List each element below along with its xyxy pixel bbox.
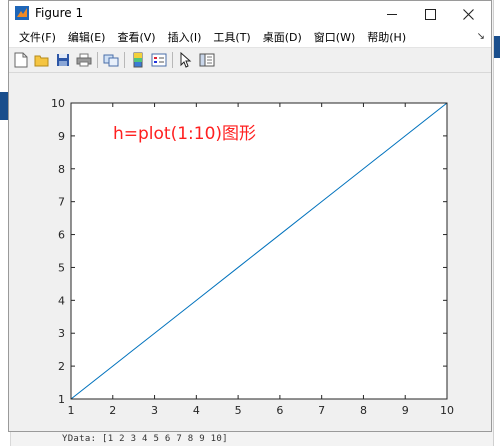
close-icon: [462, 8, 474, 20]
menu-edit[interactable]: 编辑(E): [62, 29, 112, 45]
y-tick-label: 7: [58, 196, 65, 209]
x-tick-label: 2: [109, 404, 116, 417]
open-file-button[interactable]: [33, 51, 51, 69]
toolbar-separator: [124, 52, 125, 68]
y-tick-label: 2: [58, 360, 65, 373]
legend-icon: [151, 53, 167, 67]
x-tick-label: 9: [402, 404, 409, 417]
y-tick-label: 6: [58, 229, 65, 242]
menu-tools[interactable]: 工具(T): [207, 29, 256, 45]
y-tick-labels: 1 2 3 4 5 6 7 8 9 10: [51, 97, 65, 406]
x-tick-label: 10: [440, 404, 454, 417]
save-button[interactable]: [54, 51, 72, 69]
menu-view[interactable]: 查看(V): [111, 29, 161, 45]
y-tick-label: 5: [58, 261, 65, 274]
plot-area[interactable]: 1 2 3 4 5 6 7 8 9 10 1 2 3 4 5 6 7 8 9 10 h=plot(1:10)图形: [9, 73, 491, 431]
colorbar-icon: [133, 52, 143, 68]
y-tick-label: 3: [58, 327, 65, 340]
x-tick-label: 6: [276, 404, 283, 417]
y-tick-label: 8: [58, 163, 65, 176]
property-editor-button[interactable]: [198, 51, 216, 69]
window-title: Figure 1: [35, 6, 84, 20]
property-editor-icon: [199, 53, 215, 67]
title-bar[interactable]: Figure 1: [9, 1, 491, 27]
x-tick-labels: 1 2 3 4 5 6 7 8 9 10: [68, 404, 455, 417]
x-tick-label: 5: [235, 404, 242, 417]
pointer-button[interactable]: [177, 51, 195, 69]
figure-window: Figure 1 文件(F) 编辑(E) 查看(V) 插入(I) 工具(T) 桌…: [8, 0, 492, 432]
x-tick-label: 4: [193, 404, 200, 417]
menu-window[interactable]: 窗口(W): [308, 29, 361, 45]
new-figure-icon: [14, 52, 28, 68]
maximize-icon: [424, 8, 436, 20]
figure-canvas: 1 2 3 4 5 6 7 8 9 10 1 2 3 4 5 6 7 8 9 10 h=plot(1:10)图形: [9, 73, 491, 431]
x-tick-label: 1: [68, 404, 75, 417]
minimize-button[interactable]: [373, 1, 411, 27]
print-button[interactable]: [75, 51, 93, 69]
open-file-icon: [34, 55, 49, 67]
figure-toolbar: [9, 48, 491, 73]
background-ydata-text: YData: [1 2 3 4 5 6 7 8 9 10]: [62, 434, 228, 444]
legend-button[interactable]: [150, 51, 168, 69]
toolbar-separator: [97, 52, 98, 68]
maximize-button[interactable]: [411, 1, 449, 27]
toolbar-separator: [172, 52, 173, 68]
new-figure-button[interactable]: [12, 51, 30, 69]
y-tick-label: 1: [58, 393, 65, 406]
x-tick-label: 3: [151, 404, 158, 417]
menu-overflow-icon[interactable]: ↘: [477, 31, 485, 42]
print-icon: [76, 53, 92, 67]
minimize-icon: [387, 13, 397, 15]
x-tick-label: 7: [318, 404, 325, 417]
close-button[interactable]: [449, 1, 487, 27]
y-tick-label: 4: [58, 294, 65, 307]
y-tick-label: 10: [51, 97, 65, 110]
pointer-icon: [180, 52, 192, 68]
link-plot-button[interactable]: [102, 51, 120, 69]
plot-annotation: h=plot(1:10)图形: [113, 124, 256, 144]
y-tick-label: 9: [58, 130, 65, 143]
colorbar-button[interactable]: [129, 51, 147, 69]
menu-insert[interactable]: 插入(I): [162, 29, 208, 45]
menu-desktop[interactable]: 桌面(D): [257, 29, 308, 45]
save-icon: [57, 54, 69, 66]
link-plot-icon: [103, 54, 119, 67]
matlab-icon: [15, 6, 29, 20]
x-tick-label: 8: [360, 404, 367, 417]
menu-bar: 文件(F) 编辑(E) 查看(V) 插入(I) 工具(T) 桌面(D) 窗口(W…: [9, 27, 491, 48]
menu-help[interactable]: 帮助(H): [361, 29, 412, 45]
background-right-panel: [493, 0, 500, 446]
menu-file[interactable]: 文件(F): [13, 29, 62, 45]
background-right-accent: [494, 36, 500, 58]
